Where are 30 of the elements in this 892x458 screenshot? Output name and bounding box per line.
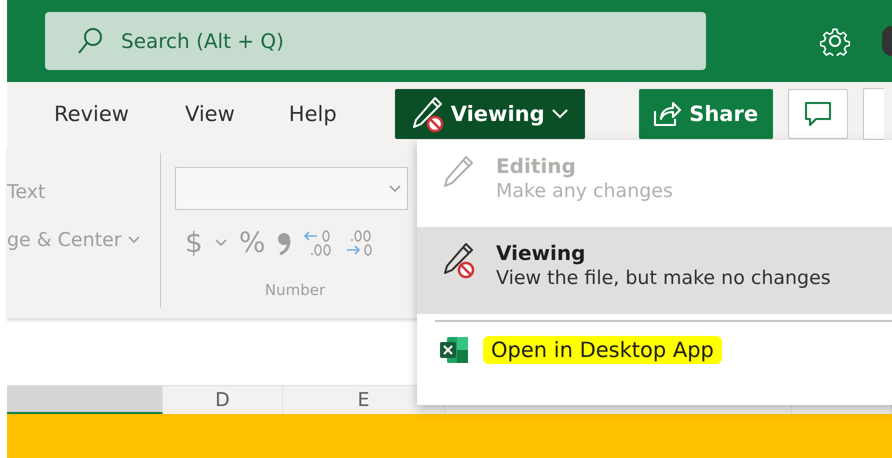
avatar[interactable]: [882, 26, 892, 56]
chevron-down-icon: [389, 184, 401, 192]
settings-icon[interactable]: [820, 26, 850, 56]
ribbon-tab[interactable]: Review: [54, 96, 129, 132]
number-format-dropdown[interactable]: [175, 167, 408, 210]
search-icon: [77, 27, 103, 55]
search-field[interactable]: Search (Alt + Q): [45, 12, 706, 70]
ribbon-tab[interactable]: View: [184, 96, 235, 132]
group-label: Number: [264, 281, 326, 299]
pencil-blocked-icon: [442, 241, 476, 279]
menu-item[interactable]: Viewing View the file, but make no changes: [417, 227, 892, 314]
menu-item-description: View the file, but make no changes: [496, 267, 831, 289]
comment-icon: [804, 100, 832, 126]
menu-item-title: Open in Desktop App: [483, 336, 722, 364]
chevron-down-icon: [128, 236, 140, 244]
pencil-blocked-icon: [410, 94, 445, 132]
spreadsheet-app-icon: [439, 336, 469, 364]
column-header[interactable]: [7, 386, 163, 414]
share-icon: [653, 100, 682, 126]
menu-item-title: Viewing: [496, 241, 586, 265]
chevron-down-icon[interactable]: [214, 238, 227, 246]
ribbon-tab[interactable]: Help: [288, 96, 337, 132]
viewing-mode-button[interactable]: Viewing: [394, 88, 585, 138]
comment-button[interactable]: [788, 88, 848, 138]
share-button[interactable]: Share: [638, 88, 773, 138]
chevron-down-icon: [550, 108, 569, 120]
toolbar-button[interactable]: [862, 88, 884, 140]
menu-item-title: Editing: [496, 154, 577, 178]
menu-item-description: Make any changes: [496, 180, 673, 202]
decrease-decimal-icon[interactable]: [303, 228, 334, 258]
